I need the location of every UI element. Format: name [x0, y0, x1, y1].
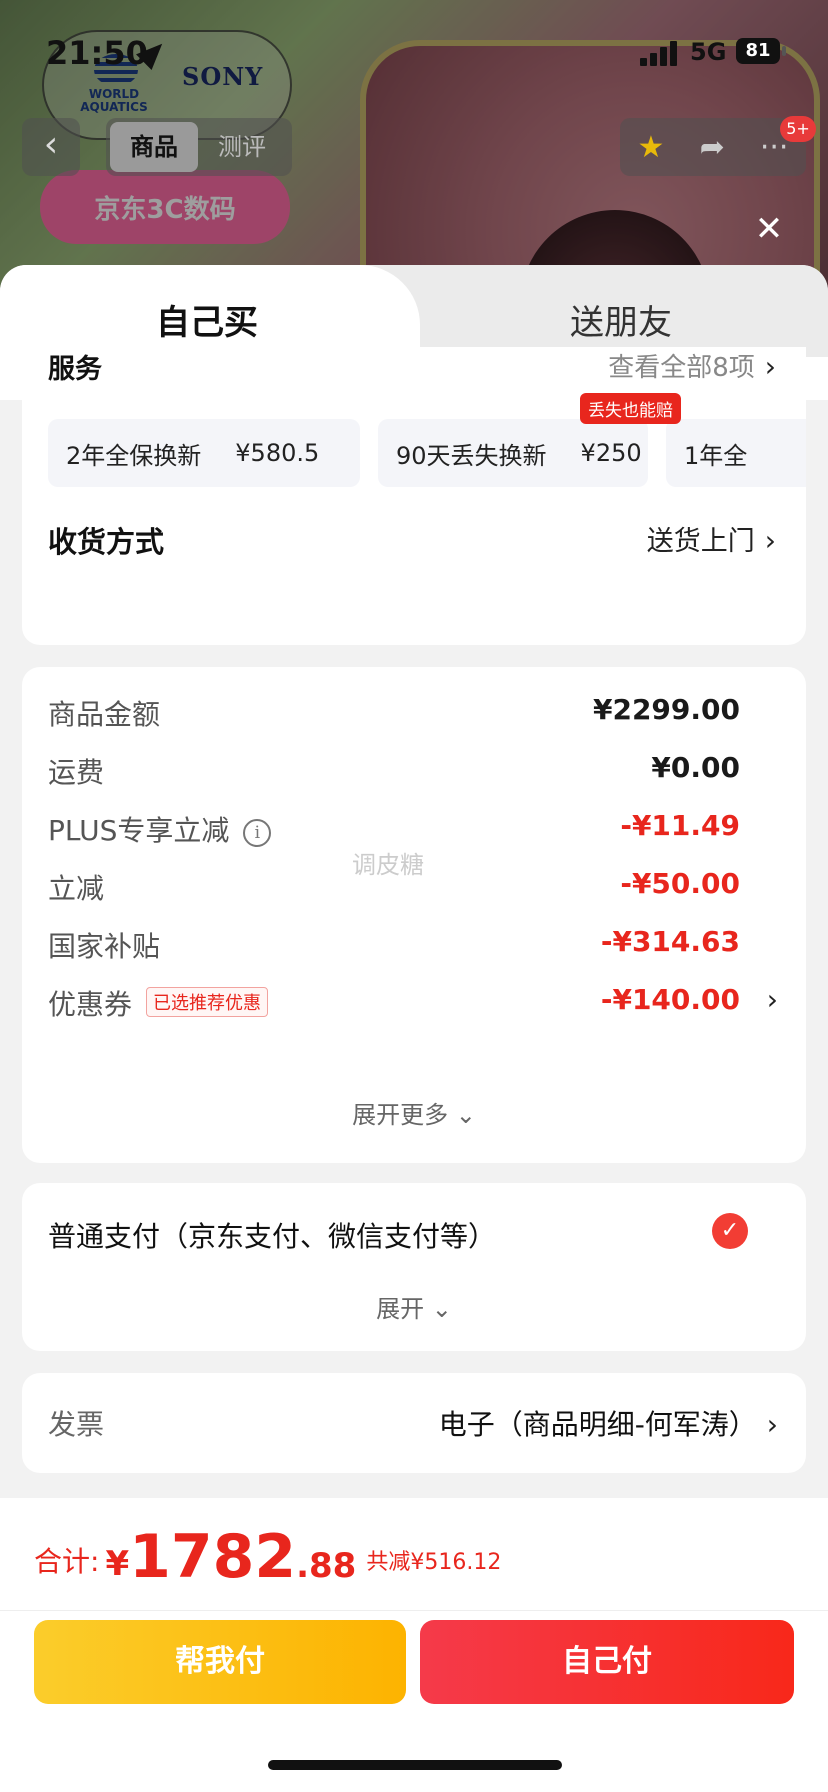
- invoice-value: 电子（商品明细-何军涛） ›: [439, 1403, 778, 1443]
- plus-discount-label: PLUS专享立减: [48, 814, 230, 847]
- tab-self[interactable]: 自己买: [0, 295, 414, 344]
- service-option-name: 90天丢失换新: [396, 441, 547, 470]
- expand-more-button[interactable]: 展开更多 ⌄: [22, 1095, 806, 1130]
- order-total: 合计: ¥1782.88 共减¥516.12: [34, 1522, 501, 1592]
- total-saved: 共减¥516.12: [366, 1550, 502, 1575]
- price-row-value: -¥314.63: [600, 925, 740, 958]
- price-row-value: ¥2299.00: [592, 693, 740, 726]
- invoice-label: 发票: [48, 1408, 105, 1441]
- tab-review[interactable]: 测评: [198, 122, 286, 172]
- price-row: 商品金额 ¥2299.00: [22, 693, 806, 743]
- service-tag: 丢失也能赔: [580, 393, 681, 424]
- price-row-label: 商品金额: [48, 698, 161, 731]
- tab-product[interactable]: 商品: [110, 122, 198, 172]
- payment-expand-button[interactable]: 展开 ⌄: [22, 1289, 806, 1324]
- close-icon[interactable]: ✕: [752, 212, 786, 246]
- chevron-right-icon: ›: [764, 350, 776, 383]
- home-indicator[interactable]: [268, 1760, 562, 1770]
- delivery-method[interactable]: 送货上门 ›: [647, 519, 776, 558]
- view-all-services[interactable]: 查看全部8项 ›: [608, 347, 776, 384]
- service-option-price: ¥250: [580, 439, 642, 467]
- price-row-label: 立减: [48, 872, 105, 905]
- help-me-pay-button[interactable]: 帮我付: [34, 1620, 406, 1704]
- price-row-label: 国家补贴: [48, 930, 161, 963]
- product-nav-tabs: 商品 测评: [106, 118, 292, 176]
- chevron-right-icon: ›: [766, 1408, 778, 1441]
- chevron-down-icon: ⌄: [431, 1295, 452, 1323]
- status-bar: 21:50 5G 81: [0, 0, 828, 100]
- chevron-right-icon: ›: [766, 983, 778, 1016]
- price-row-value: -¥140.00: [600, 983, 740, 1016]
- coupon-label: 优惠券: [48, 988, 133, 1021]
- invoice-detail: 电子（商品明细-何军涛）: [438, 1408, 757, 1441]
- tab-gift[interactable]: 送朋友: [414, 295, 828, 344]
- pay-myself-button[interactable]: 自己付: [420, 1620, 794, 1704]
- delivery-value: 送货上门: [646, 526, 755, 557]
- price-row-label: 运费: [48, 756, 105, 789]
- service-options: 2年全保换新 ¥580.5 90天丢失换新 ¥250 1年全: [48, 419, 806, 491]
- price-row-value: ¥0.00: [651, 751, 740, 784]
- product-actions: ★ ➦ ···: [620, 118, 806, 176]
- total-label: 合计:: [34, 1545, 100, 1578]
- status-time: 21:50: [46, 34, 148, 72]
- price-row: 运费 ¥0.00: [22, 751, 806, 801]
- chevron-left-icon: ‹: [43, 124, 59, 165]
- divider: [0, 1610, 828, 1611]
- service-option[interactable]: 90天丢失换新 ¥250: [378, 419, 648, 487]
- favorite-star-icon[interactable]: ★: [638, 130, 665, 165]
- price-detail-card: 商品金额 ¥2299.00 运费 ¥0.00 PLUS专享立减 i -¥11.49…: [22, 667, 806, 1163]
- service-option-name: 1年全: [684, 441, 748, 470]
- delivery-label: 收货方式: [48, 525, 165, 559]
- coupon-row[interactable]: 优惠券 已选推荐优惠 -¥140.00 ›: [22, 983, 806, 1033]
- service-option-price: ¥580.5: [235, 439, 320, 467]
- service-card: 服务 查看全部8项 › 2年全保换新 ¥580.5 90天丢失换新 ¥250 1年…: [22, 347, 806, 645]
- service-option-name: 2年全保换新: [66, 441, 202, 470]
- price-row-value: -¥50.00: [620, 867, 740, 900]
- total-decimal: .88: [296, 1546, 357, 1586]
- chevron-down-icon: ⌄: [455, 1101, 476, 1129]
- checkmark-icon[interactable]: ✓: [712, 1213, 748, 1249]
- payment-expand-label: 展开: [376, 1295, 425, 1323]
- price-row-value: -¥11.49: [620, 809, 740, 842]
- total-currency: ¥: [105, 1544, 130, 1584]
- info-icon[interactable]: i: [243, 819, 272, 847]
- chevron-right-icon: ›: [764, 524, 776, 557]
- expand-more-label: 展开更多: [352, 1101, 449, 1129]
- back-button[interactable]: ‹: [22, 118, 80, 176]
- view-all-label: 查看全部8项: [608, 353, 755, 383]
- payment-method-label[interactable]: 普通支付（京东支付、微信支付等）: [48, 1215, 496, 1255]
- cellular-signal-icon: [640, 40, 680, 66]
- price-row-label: 优惠券 已选推荐优惠: [48, 983, 269, 1023]
- invoice-card[interactable]: 发票 电子（商品明细-何军涛） ›: [22, 1373, 806, 1473]
- network-type: 5G: [690, 38, 727, 66]
- payment-card: 普通支付（京东支付、微信支付等） ✓ 展开 ⌄: [22, 1183, 806, 1351]
- service-title: 服务: [48, 354, 102, 385]
- coupon-selected-tag: 已选推荐优惠: [146, 987, 269, 1017]
- total-integer: 1782: [129, 1522, 297, 1592]
- price-row-label: PLUS专享立减 i: [48, 809, 272, 849]
- price-row: 立减 -¥50.00: [22, 867, 806, 917]
- checkout-bottom-bar: 合计: ¥1782.88 共减¥516.12 帮我付 自己付: [0, 1498, 828, 1792]
- notification-badge: 5+: [780, 116, 816, 142]
- price-row: 国家补贴 -¥314.63: [22, 925, 806, 975]
- service-option[interactable]: 1年全: [666, 419, 806, 487]
- battery-nub: [782, 46, 786, 56]
- service-option[interactable]: 2年全保换新 ¥580.5: [48, 419, 360, 487]
- share-icon[interactable]: ➦: [700, 130, 725, 165]
- battery-icon: 81: [736, 38, 780, 64]
